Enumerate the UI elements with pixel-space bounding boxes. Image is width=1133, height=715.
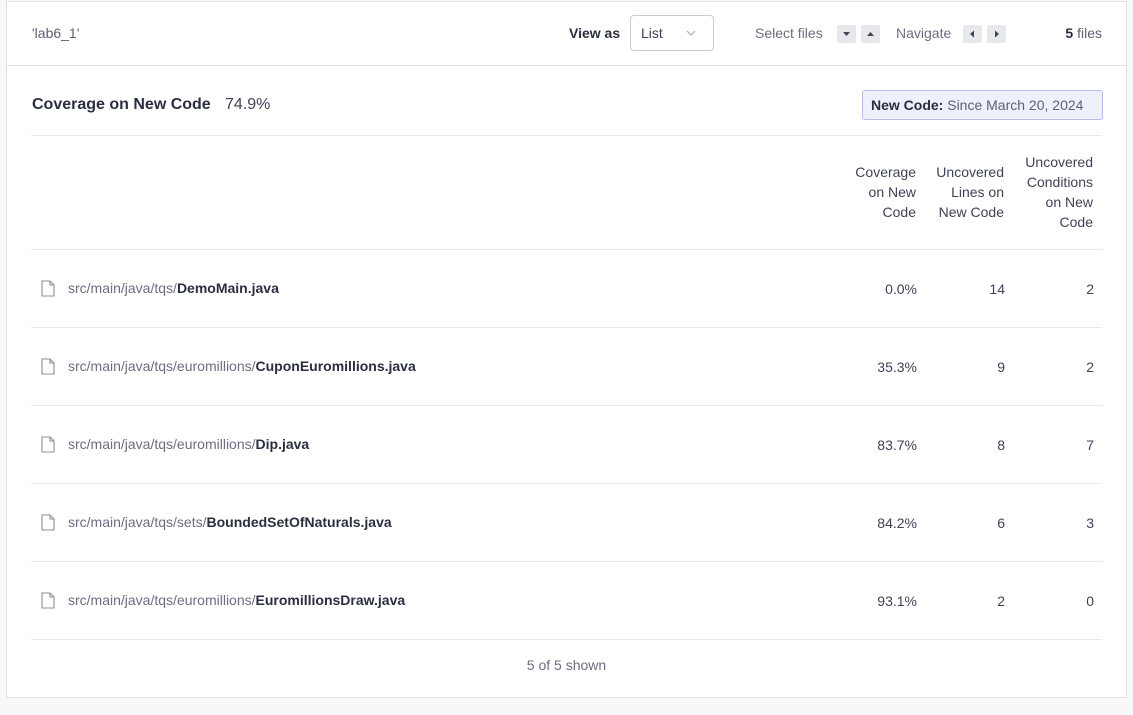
breadcrumb[interactable]: 'lab6_1'	[32, 25, 79, 41]
files-count-suffix: files	[1077, 25, 1102, 41]
file-path[interactable]: src/main/java/tqs/euromillions/Dip.java	[68, 436, 309, 452]
coverage-cell: 0.0%	[885, 281, 917, 297]
navigate-back-button[interactable]	[963, 25, 982, 43]
divider	[31, 135, 1102, 136]
table-row[interactable]: src/main/java/tqs/DemoMain.java 0.0% 14 …	[31, 250, 1102, 328]
column-header-conditions-line: on New	[1045, 194, 1093, 210]
uncovered-lines-cell: 8	[997, 437, 1005, 453]
toolbar: 'lab6_1' View as List Select files Navig…	[7, 2, 1126, 66]
file-path[interactable]: src/main/java/tqs/sets/BoundedSetOfNatur…	[68, 514, 392, 530]
file-dir: src/main/java/tqs/euromillions/	[68, 358, 256, 374]
column-header-coverage-line: Code	[882, 204, 916, 220]
uncovered-lines-cell: 2	[997, 593, 1005, 609]
column-header-conditions-line: Uncovered	[1025, 154, 1093, 170]
coverage-cell: 84.2%	[877, 515, 917, 531]
file-icon	[41, 514, 55, 531]
table-row[interactable]: src/main/java/tqs/euromillions/CuponEuro…	[31, 328, 1102, 406]
caret-left-icon	[970, 30, 974, 38]
shown-count: 5 of 5 shown	[526, 657, 607, 673]
navigate-forward-button[interactable]	[987, 25, 1006, 43]
table-row[interactable]: src/main/java/tqs/sets/BoundedSetOfNatur…	[31, 484, 1102, 562]
view-as-label: View as	[569, 25, 621, 41]
column-header-uncovered-lines[interactable]: Uncovered Lines on New Code	[936, 162, 1004, 222]
select-files-label: Select files	[755, 25, 823, 41]
uncovered-conditions-cell: 7	[1086, 437, 1094, 453]
table-row[interactable]: src/main/java/tqs/euromillions/Euromilli…	[31, 562, 1102, 640]
file-name: BoundedSetOfNaturals.java	[206, 514, 392, 530]
column-header-lines-line: Lines on	[951, 184, 1004, 200]
coverage-title: Coverage on New Code	[32, 96, 211, 113]
column-header-lines-line: New Code	[938, 204, 1004, 220]
component-measures-panel: 'lab6_1' View as List Select files Navig…	[6, 1, 1127, 698]
file-name: CuponEuromillions.java	[255, 358, 416, 374]
column-header-coverage[interactable]: Coverage on New Code	[855, 162, 916, 222]
column-header-conditions-line: Conditions	[1026, 174, 1093, 190]
files-count: 5 files	[1065, 25, 1102, 41]
column-header-conditions-line: Code	[1059, 214, 1093, 230]
file-path[interactable]: src/main/java/tqs/euromillions/CuponEuro…	[68, 358, 416, 374]
file-path[interactable]: src/main/java/tqs/euromillions/Euromilli…	[68, 592, 405, 608]
select-previous-file-button[interactable]	[861, 25, 880, 43]
uncovered-conditions-cell: 2	[1086, 281, 1094, 297]
file-icon	[41, 358, 55, 375]
coverage-cell: 35.3%	[877, 359, 917, 375]
column-header-lines-line: Uncovered	[936, 164, 1004, 180]
new-code-badge: New Code: Since March 20, 2024	[862, 90, 1103, 120]
uncovered-lines-cell: 14	[989, 281, 1005, 297]
file-dir: src/main/java/tqs/	[68, 280, 177, 296]
navigate-label: Navigate	[896, 25, 952, 41]
coverage-cell: 83.7%	[877, 437, 917, 453]
column-header-coverage-line: on New	[868, 184, 916, 200]
uncovered-lines-cell: 6	[997, 515, 1005, 531]
caret-up-icon	[867, 32, 874, 36]
caret-right-icon	[995, 30, 999, 38]
new-code-key: New Code:	[871, 97, 944, 113]
file-dir: src/main/java/tqs/euromillions/	[68, 592, 256, 608]
file-icon	[41, 280, 55, 297]
uncovered-lines-cell: 9	[997, 359, 1005, 375]
file-name: Dip.java	[255, 436, 310, 452]
coverage-value: 74.9%	[225, 96, 271, 113]
file-dir: src/main/java/tqs/sets/	[68, 514, 207, 530]
files-count-number: 5	[1065, 25, 1074, 41]
caret-down-icon	[843, 32, 850, 36]
uncovered-conditions-cell: 2	[1086, 359, 1094, 375]
file-icon	[41, 592, 55, 609]
file-name: DemoMain.java	[176, 280, 279, 296]
column-header-coverage-line: Coverage	[855, 164, 916, 180]
file-path[interactable]: src/main/java/tqs/DemoMain.java	[68, 280, 279, 296]
file-icon	[41, 436, 55, 453]
uncovered-conditions-cell: 0	[1086, 593, 1094, 609]
divider	[31, 639, 1102, 640]
coverage-cell: 93.1%	[877, 593, 917, 609]
file-dir: src/main/java/tqs/euromillions/	[68, 436, 256, 452]
file-name: EuromillionsDraw.java	[255, 592, 406, 608]
table-row[interactable]: src/main/java/tqs/euromillions/Dip.java …	[31, 406, 1102, 484]
view-as-value: List	[641, 25, 663, 41]
uncovered-conditions-cell: 3	[1086, 515, 1094, 531]
column-header-uncovered-conditions[interactable]: Uncovered Conditions on New Code	[1025, 152, 1093, 232]
view-as-select[interactable]: List	[630, 15, 714, 51]
chevron-down-icon	[686, 30, 696, 36]
new-code-value: Since March 20, 2024	[947, 97, 1084, 113]
select-next-file-button[interactable]	[837, 25, 856, 43]
